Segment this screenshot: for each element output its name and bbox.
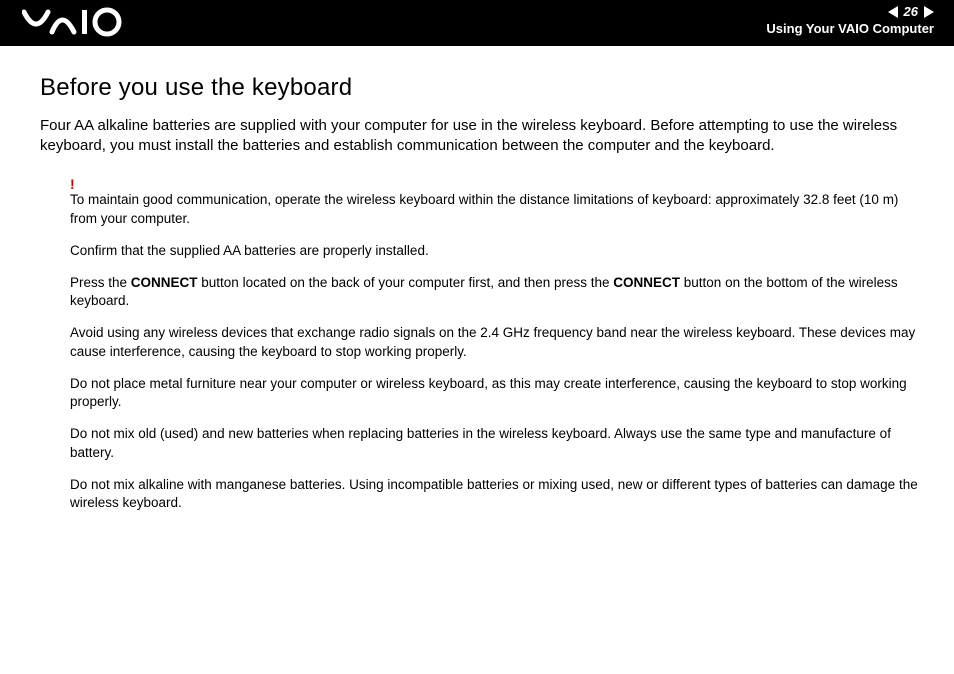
vaio-logo	[22, 6, 142, 43]
note-item: Do not mix alkaline with manganese batte…	[70, 476, 920, 512]
notes-block: ! To maintain good communication, operat…	[70, 175, 920, 513]
note-item: Do not mix old (used) and new batteries …	[70, 425, 920, 461]
note-item: Avoid using any wireless devices that ex…	[70, 324, 920, 360]
connect-label: CONNECT	[131, 275, 198, 290]
next-page-icon[interactable]	[924, 6, 934, 18]
page-number: 26	[904, 4, 918, 19]
note-text: Press the	[70, 275, 131, 290]
header-nav: 26 Using Your VAIO Computer	[766, 4, 934, 36]
note-text: button located on the back of your compu…	[198, 275, 614, 290]
section-title: Using Your VAIO Computer	[766, 21, 934, 36]
page-title: Before you use the keyboard	[40, 74, 920, 102]
note-item: Press the CONNECT button located on the …	[70, 274, 920, 310]
header-bar: 26 Using Your VAIO Computer	[0, 0, 954, 46]
note-item: Do not place metal furniture near your c…	[70, 375, 920, 411]
prev-page-icon[interactable]	[888, 6, 898, 18]
connect-label: CONNECT	[613, 275, 680, 290]
intro-paragraph: Four AA alkaline batteries are supplied …	[40, 116, 920, 157]
note-item: Confirm that the supplied AA batteries a…	[70, 242, 920, 260]
note-item: To maintain good communication, operate …	[70, 191, 920, 227]
page-content: Before you use the keyboard Four AA alka…	[0, 46, 954, 512]
